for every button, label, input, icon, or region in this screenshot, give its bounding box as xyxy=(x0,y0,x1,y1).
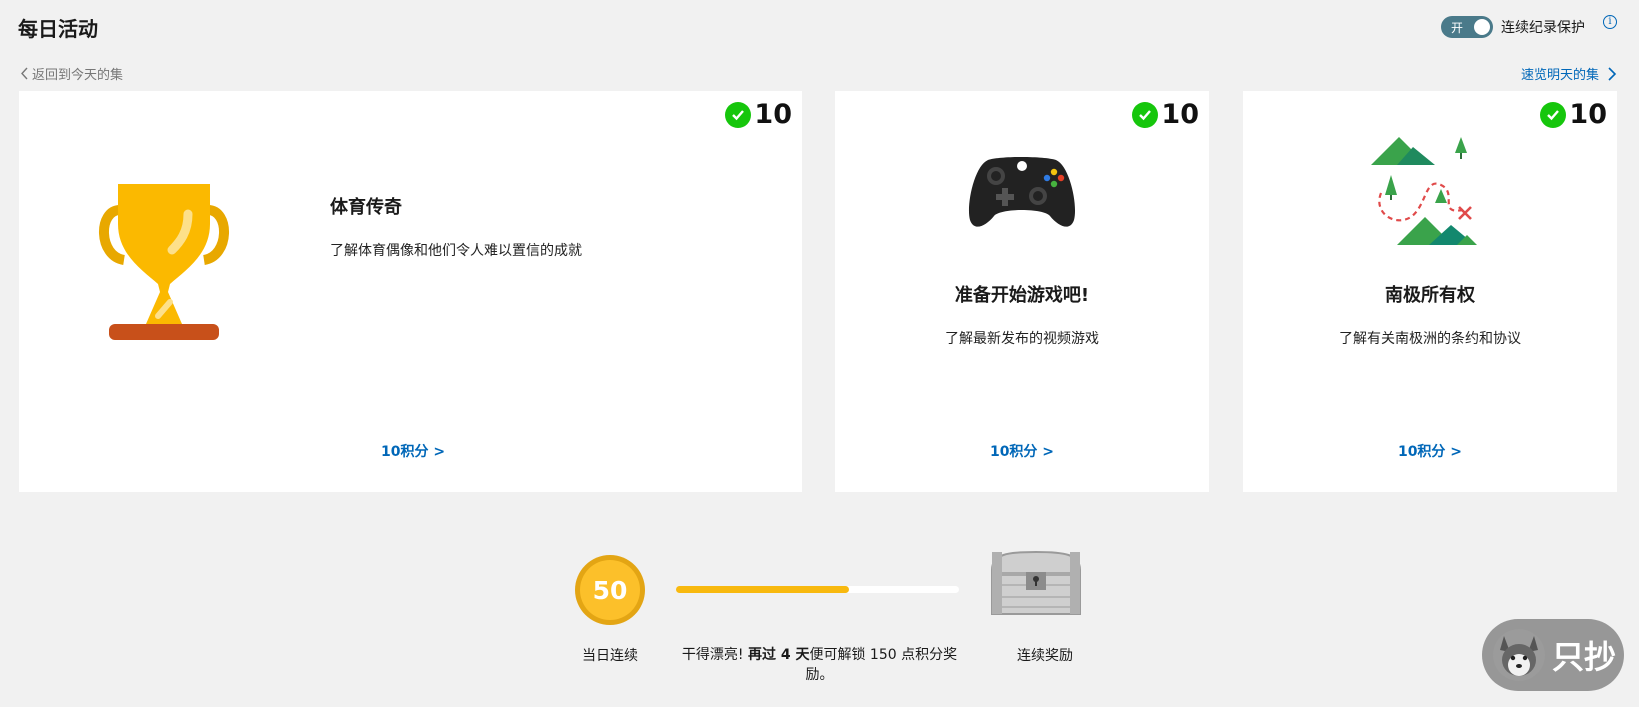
daily-activities-page: 每日活动 开 连续纪录保护 i 返回到今天的集 速览明天的集 10 体育传奇 了… xyxy=(0,0,1639,707)
chevron-right-icon xyxy=(1608,66,1617,81)
back-to-today-link[interactable]: 返回到今天的集 xyxy=(20,64,123,83)
chevron-left-icon xyxy=(21,67,28,80)
card-title: 南极所有权 xyxy=(1385,285,1475,306)
treasure-chest-icon xyxy=(991,550,1081,615)
card-title: 准备开始游戏吧! xyxy=(954,285,1090,306)
game-controller-icon xyxy=(968,157,1076,227)
watermark-badge: 只抄 xyxy=(1482,619,1624,691)
activity-card-antarctica[interactable]: 10 南极所有权 了解有关南极洲的条约和协议 10积分 > xyxy=(1243,91,1617,492)
earn-points-link[interactable]: 10积分 > xyxy=(1243,441,1617,461)
page-title: 每日活动 xyxy=(18,17,98,41)
card-description: 了解体育偶像和他们令人难以置信的成就 xyxy=(330,243,582,259)
checkmark-icon xyxy=(725,101,752,128)
points-value: 10 xyxy=(1569,99,1607,130)
earn-points-link[interactable]: 10积分 > xyxy=(381,441,445,461)
card-description: 了解有关南极洲的条约和协议 xyxy=(1339,331,1521,347)
watermark-text: 只抄 xyxy=(1552,638,1617,676)
next-link-label: 速览明天的集 xyxy=(1520,68,1599,83)
points-value: 10 xyxy=(1161,99,1199,130)
streak-count-coin: 50 xyxy=(575,555,645,625)
points-earned-badge: 10 xyxy=(725,99,792,130)
streak-progress-message: 干得漂亮! 再过 4 天便可解锁 150 点积分奖励。 xyxy=(672,645,967,685)
card-description: 了解最新发布的视频游戏 xyxy=(945,331,1099,347)
points-earned-badge: 10 xyxy=(1540,99,1607,130)
toggle-state-text: 开 xyxy=(1451,20,1464,35)
earn-points-link[interactable]: 10积分 > xyxy=(835,441,1209,461)
streak-protection-label: 连续纪录保护 xyxy=(1501,20,1585,36)
treasure-map-icon xyxy=(1371,137,1477,245)
activity-card-games[interactable]: 10 准备开始游戏吧! 了解最新发布的视频游戏 10积分 > xyxy=(835,91,1209,492)
points-value: 10 xyxy=(754,99,792,130)
preview-tomorrow-link[interactable]: 速览明天的集 xyxy=(1521,64,1617,83)
streak-reward-label: 连续奖励 xyxy=(1017,648,1073,664)
streak-protection-toggle[interactable]: 开 xyxy=(1441,16,1493,38)
trophy-icon xyxy=(99,184,229,340)
streak-protection-control: 开 连续纪录保护 i xyxy=(1441,15,1617,38)
checkmark-icon xyxy=(1132,101,1159,128)
checkmark-icon xyxy=(1540,101,1567,128)
toggle-knob xyxy=(1474,19,1490,35)
message-suffix: 便可解锁 150 点积分奖励。 xyxy=(805,647,958,683)
back-link-label: 返回到今天的集 xyxy=(32,68,124,83)
activity-card-sports-legends[interactable]: 10 体育传奇 了解体育偶像和他们令人难以置信的成就 10积分 > xyxy=(19,91,802,492)
message-days-remaining: 再过 4 天 xyxy=(747,647,810,663)
streak-count: 50 xyxy=(580,560,640,620)
card-title: 体育传奇 xyxy=(330,197,402,218)
points-earned-badge: 10 xyxy=(1132,99,1199,130)
streak-progress-bar xyxy=(676,586,959,593)
info-icon[interactable]: i xyxy=(1603,15,1617,29)
streak-label: 当日连续 xyxy=(582,648,638,664)
husky-logo-icon xyxy=(1493,629,1545,681)
streak-progress-fill xyxy=(676,586,849,593)
message-prefix: 干得漂亮! xyxy=(681,647,748,663)
